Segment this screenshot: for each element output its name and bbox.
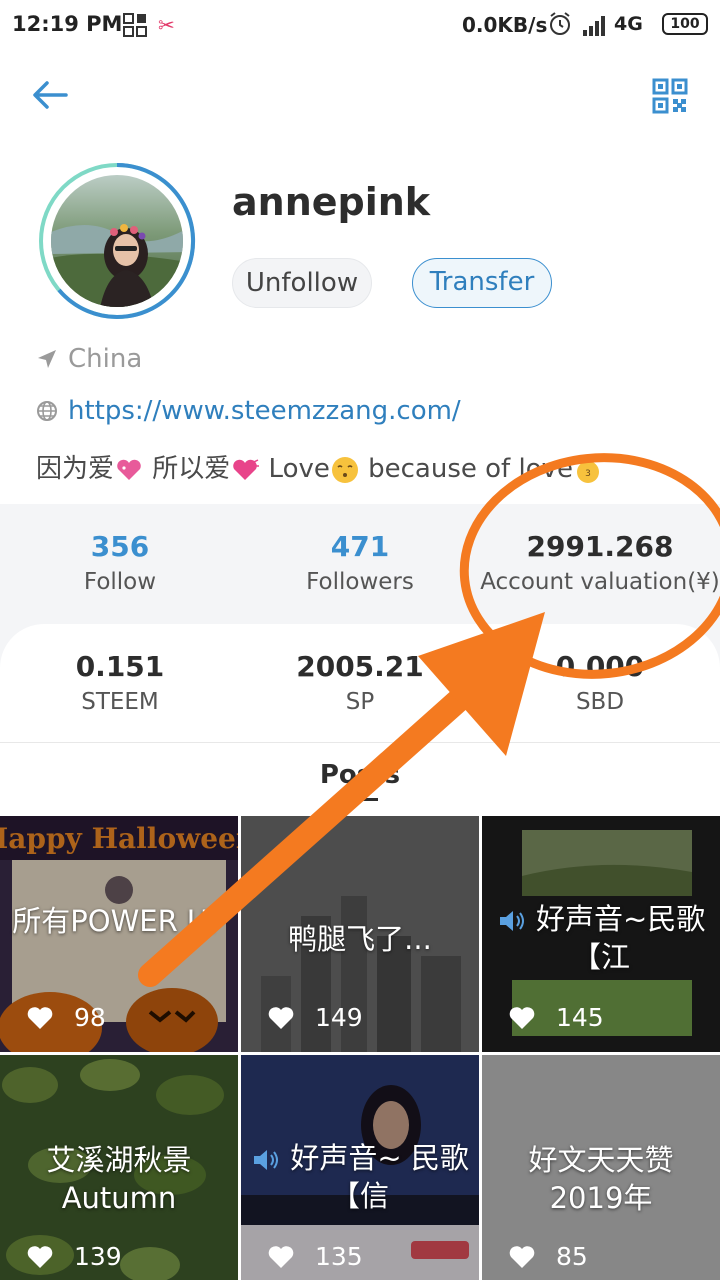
bio-part-1: 因为爱 <box>36 454 115 484</box>
post-title: 好声音~ 民歌【信 <box>251 1139 469 1215</box>
kissing-face-icon <box>331 456 358 483</box>
post-likes: 135 <box>267 1242 363 1271</box>
speaker-icon <box>499 911 524 931</box>
bio-part-3: Love <box>260 454 330 484</box>
heart-icon <box>27 1245 53 1268</box>
post-tile[interactable]: 鸭腿飞了... 149 <box>241 816 479 1052</box>
stat-sbd: 0.000 SBD <box>480 650 720 715</box>
notification-icon: ✂ <box>158 13 175 37</box>
bio: 因为爱 所以爱 Love because of love 3 <box>36 448 603 485</box>
heart-icon <box>268 1245 294 1268</box>
likes-count: 98 <box>74 1003 106 1032</box>
stat-followers[interactable]: 471 Followers <box>240 530 480 595</box>
post-likes: 85 <box>508 1242 588 1271</box>
followers-label: Followers <box>306 569 414 595</box>
post-tile[interactable]: 好声音~民歌【江 145 <box>482 816 720 1052</box>
location-text: China <box>68 344 143 374</box>
sp-label: SP <box>345 689 375 715</box>
post-tile[interactable]: 艾溪湖秋景Autumn 139 <box>0 1055 238 1280</box>
heart-icon <box>27 1006 53 1029</box>
post-title-text: 好声音~民歌【江 <box>535 902 706 974</box>
tab-posts[interactable]: Posts <box>0 760 720 790</box>
likes-count: 139 <box>74 1242 122 1271</box>
post-likes: 98 <box>26 1003 106 1032</box>
post-tile[interactable]: 好声音~ 民歌【信 135 <box>241 1055 479 1280</box>
valuation-value: 2991.268 <box>526 530 674 563</box>
heart-icon <box>233 458 260 480</box>
speaker-icon <box>254 1150 279 1170</box>
status-time: 12:19 PM <box>12 12 123 36</box>
likes-count: 85 <box>556 1242 588 1271</box>
app-grid-icon <box>123 13 147 37</box>
post-likes: 145 <box>508 1003 604 1032</box>
svg-text:3: 3 <box>585 469 591 479</box>
status-bar: 12:19 PM ✂ 0.0KB/s 4G 100 <box>0 0 720 52</box>
post-title: 好声音~民歌【江 <box>492 900 710 976</box>
avatar[interactable] <box>38 162 196 320</box>
post-tile[interactable]: 好文天天赞2019年 85 <box>482 1055 720 1280</box>
followers-count: 471 <box>330 530 390 563</box>
likes-count: 135 <box>315 1242 363 1271</box>
post-title: 鸭腿飞了... <box>288 922 432 956</box>
stat-follow[interactable]: 356 Follow <box>0 530 240 595</box>
sparkling-heart-icon <box>117 459 141 480</box>
section-divider <box>0 742 720 743</box>
back-arrow-icon[interactable] <box>30 78 70 112</box>
follow-label: Follow <box>83 569 157 595</box>
stat-account-valuation: 2991.268 Account valuation(¥) <box>480 530 720 595</box>
kissing-face-icon: 3 <box>577 460 599 483</box>
sbd-value: 0.000 <box>555 650 645 683</box>
net-speed: 0.0KB/s <box>462 13 548 37</box>
post-likes: 149 <box>267 1003 363 1032</box>
location-icon <box>38 350 56 368</box>
sbd-label: SBD <box>575 689 625 715</box>
username: annepink <box>232 180 431 224</box>
bio-part-2: 所以爱 <box>144 454 231 484</box>
globe-icon <box>37 401 57 421</box>
alarm-icon <box>550 12 570 35</box>
battery-level: 100 <box>662 13 708 35</box>
post-likes: 139 <box>26 1242 122 1271</box>
heart-icon <box>509 1006 535 1029</box>
post-tile[interactable]: Happy Halloween 所有POWER UP 98 <box>0 816 238 1052</box>
stat-steem: 0.151 STEEM <box>0 650 240 715</box>
post-title: 艾溪湖秋景Autumn <box>46 1143 192 1215</box>
network-type: 4G <box>614 13 643 35</box>
post-title-text: 好声音~ 民歌【信 <box>290 1141 469 1213</box>
post-title: 好文天天赞2019年 <box>528 1143 674 1215</box>
sp-value: 2005.21 <box>296 650 424 683</box>
heart-icon <box>509 1245 535 1268</box>
stat-sp: 2005.21 SP <box>240 650 480 715</box>
heart-icon <box>268 1006 294 1029</box>
likes-count: 145 <box>556 1003 604 1032</box>
signal-icon <box>583 16 605 36</box>
follow-count: 356 <box>90 530 150 563</box>
steem-label: STEEM <box>81 689 159 715</box>
tab-posts-indicator <box>344 798 378 801</box>
likes-count: 149 <box>315 1003 363 1032</box>
website-link[interactable]: https://www.steemzzang.com/ <box>68 396 461 426</box>
steem-value: 0.151 <box>75 650 165 683</box>
transfer-button[interactable]: Transfer <box>412 258 552 308</box>
qr-code-icon[interactable] <box>652 78 688 114</box>
post-title: 所有POWER UP <box>12 904 226 938</box>
valuation-label: Account valuation(¥) <box>480 569 720 595</box>
bio-part-4: because of love <box>359 454 573 484</box>
unfollow-button[interactable]: Unfollow <box>232 258 372 308</box>
